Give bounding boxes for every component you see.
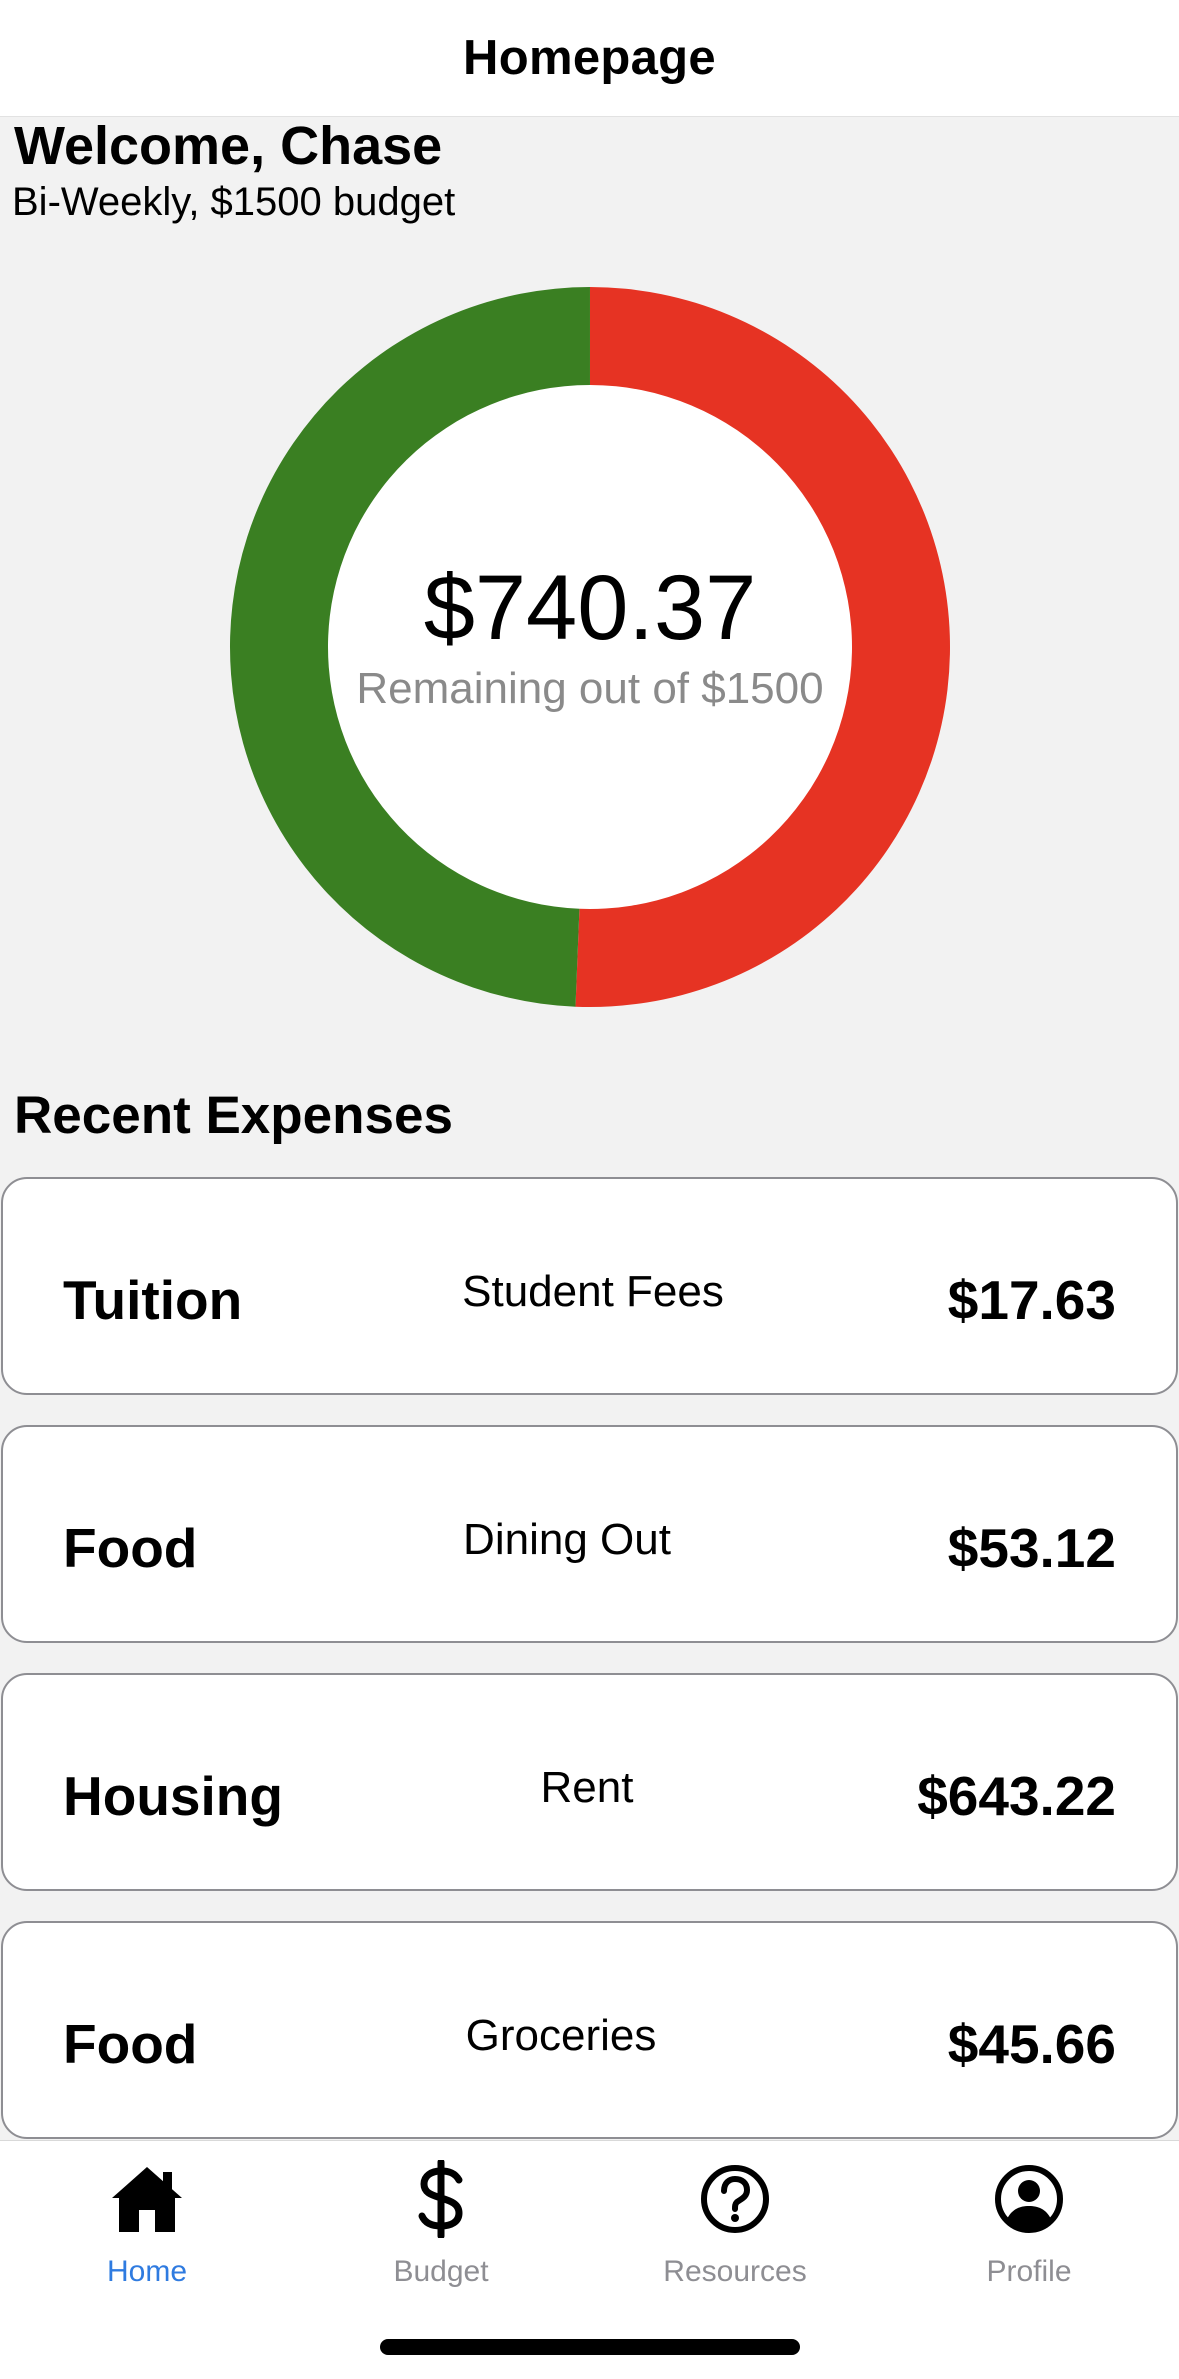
tab-profile-label: Profile (986, 2255, 1072, 2288)
expense-card[interactable]: Tuition Student Fees $17.63 (1, 1177, 1178, 1395)
expense-card[interactable]: Housing Rent $643.22 (1, 1673, 1178, 1891)
remaining-amount: $740.37 (423, 557, 757, 659)
page-title: Homepage (463, 31, 716, 85)
tab-budget[interactable]: Budget (294, 2159, 588, 2299)
budget-donut-chart: $740.37 Remaining out of $1500 (228, 285, 952, 1009)
expense-category: Tuition (63, 1269, 243, 1331)
home-indicator (380, 2339, 800, 2355)
dollar-icon (401, 2159, 481, 2239)
expense-amount: $45.66 (947, 2013, 1116, 2075)
expense-description: Dining Out (463, 1515, 671, 1564)
user-circle-icon (989, 2159, 1069, 2239)
home-icon (107, 2159, 187, 2239)
tab-resources[interactable]: Resources (588, 2159, 882, 2299)
expense-category: Food (63, 1517, 198, 1579)
homepage-screen: Homepage Welcome, Chase Bi-Weekly, $1500… (0, 0, 1179, 2379)
expense-description: Student Fees (462, 1267, 724, 1316)
expense-card[interactable]: Food Groceries $45.66 (1, 1921, 1178, 2139)
expense-category: Food (63, 2013, 198, 2075)
expense-description: Groceries (465, 2011, 657, 2060)
remaining-caption: Remaining out of $1500 (356, 664, 824, 713)
question-circle-icon (695, 2159, 775, 2239)
expense-amount: $643.22 (917, 1765, 1116, 1827)
nav-header: Homepage (0, 0, 1179, 117)
expense-description: Rent (540, 1763, 634, 1812)
tab-budget-label: Budget (393, 2255, 489, 2288)
expense-amount: $17.63 (947, 1269, 1116, 1331)
tab-profile[interactable]: Profile (882, 2159, 1176, 2299)
tab-home[interactable]: Home (0, 2159, 294, 2299)
budget-period-text: Bi-Weekly, $1500 budget (12, 180, 456, 224)
expense-amount: $53.12 (947, 1517, 1116, 1579)
expense-card[interactable]: Food Dining Out $53.12 (1, 1425, 1178, 1643)
donut-center-label: $740.37 Remaining out of $1500 (228, 285, 952, 1009)
tab-resources-label: Resources (663, 2255, 807, 2288)
expense-category: Housing (63, 1765, 283, 1827)
tab-home-label: Home (106, 2255, 188, 2288)
welcome-heading: Welcome, Chase (14, 116, 443, 176)
recent-expenses-title: Recent Expenses (14, 1086, 453, 1145)
